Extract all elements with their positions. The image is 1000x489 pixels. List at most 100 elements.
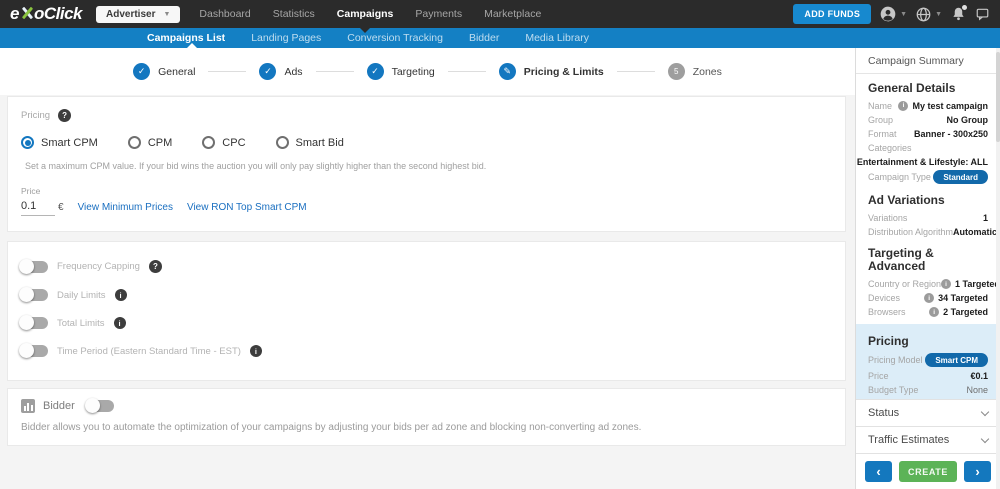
chat-icon [975, 7, 990, 21]
help-icon[interactable]: ? [149, 260, 162, 273]
step-number-badge: 5 [668, 63, 685, 80]
radio-smart-bid[interactable]: Smart Bid [276, 136, 344, 149]
pricing-section-label: Pricing [21, 110, 50, 121]
summary-row-campaign-type: Campaign Type Standard [868, 169, 988, 186]
language-menu[interactable]: ▼ [916, 7, 942, 22]
nav-item-statistics[interactable]: Statistics [262, 0, 326, 28]
step-targeting[interactable]: ✓ Targeting [367, 63, 435, 80]
info-icon[interactable]: i [929, 307, 939, 317]
wizard-footer: ‹ CREATE › [856, 453, 1000, 489]
step-ads[interactable]: ✓ Ads [259, 63, 302, 80]
step-zones[interactable]: 5 Zones [668, 63, 722, 80]
price-input[interactable] [21, 198, 55, 216]
subnav-landing-pages[interactable]: Landing Pages [238, 28, 334, 48]
status-accordion[interactable]: Status [856, 399, 1000, 426]
traffic-estimates-accordion[interactable]: Traffic Estimates [856, 426, 1000, 453]
summary-row-price: Price €0.1 [868, 369, 988, 383]
campaigns-sub-navigation: Campaigns List Landing Pages Conversion … [0, 28, 1000, 48]
notifications-button[interactable] [951, 6, 966, 22]
total-limits-toggle[interactable] [21, 317, 48, 329]
bidder-card: Bidder Bidder allows you to automate the… [7, 388, 846, 446]
scrollbar[interactable] [996, 48, 1000, 489]
previous-step-button[interactable]: ‹ [865, 461, 892, 482]
info-icon[interactable]: i [114, 317, 126, 329]
pricing-model-options: Smart CPM CPM CPC Smart Bid [21, 136, 832, 149]
subnav-conversion-tracking[interactable]: Conversion Tracking [334, 28, 456, 48]
create-button[interactable]: CREATE [899, 461, 957, 482]
standard-badge: Standard [933, 170, 988, 184]
messages-button[interactable] [975, 7, 990, 21]
radio-smart-cpm[interactable]: Smart CPM [21, 136, 98, 149]
bidder-title: Bidder [43, 400, 75, 412]
radio-icon [128, 136, 141, 149]
check-icon: ✓ [367, 63, 384, 80]
edit-pencil-icon: ✎ [499, 63, 516, 80]
daily-limits-toggle[interactable] [21, 289, 48, 301]
info-icon[interactable]: i [115, 289, 127, 301]
smart-cpm-badge: Smart CPM [925, 353, 988, 367]
subnav-bidder[interactable]: Bidder [456, 28, 512, 48]
bidder-description: Bidder allows you to automate the optimi… [21, 422, 832, 433]
step-connector [448, 71, 486, 72]
campaign-summary-title: Campaign Summary [856, 48, 1000, 74]
nav-item-dashboard[interactable]: Dashboard [188, 0, 261, 28]
pricing-model-description: Set a maximum CPM value. If your bid win… [21, 161, 832, 171]
summary-row-budget-type: Budget Type None [868, 383, 988, 397]
pricing-summary-heading: Pricing [868, 335, 988, 349]
step-pricing-limits[interactable]: ✎ Pricing & Limits [499, 63, 604, 80]
summary-row-name: Name iMy test campaign [868, 99, 988, 113]
info-icon[interactable]: i [250, 345, 262, 357]
top-bar: e oClick Advertiser ▼ Dashboard Statisti… [0, 0, 1000, 28]
top-navigation: Dashboard Statistics Campaigns Payments … [188, 0, 552, 28]
time-period-toggle[interactable] [21, 345, 48, 357]
frequency-capping-row: Frequency Capping ? [21, 260, 832, 273]
campaign-summary-panel: Campaign Summary General Details Name iM… [855, 48, 1000, 489]
chevron-down-icon: ▼ [163, 11, 170, 18]
daily-limits-row: Daily Limits i [21, 289, 832, 301]
summary-row-format: Format Banner - 300x250 [868, 127, 988, 141]
price-field-label: Price [21, 186, 832, 196]
check-icon: ✓ [133, 63, 150, 80]
step-connector [617, 71, 655, 72]
limits-card: Frequency Capping ? Daily Limits i Total… [7, 241, 846, 381]
frequency-capping-toggle[interactable] [21, 261, 48, 273]
ad-variations-heading: Ad Variations [868, 194, 988, 208]
next-step-button[interactable]: › [964, 461, 991, 482]
help-icon[interactable]: ? [58, 109, 71, 122]
info-icon[interactable]: i [941, 279, 951, 289]
pricing-card: Pricing ? Smart CPM CPM CPC Smart Bid Se… [7, 96, 846, 232]
campaign-stepper: ✓ General ✓ Ads ✓ Targeting ✎ Pricing & … [0, 48, 855, 95]
advertiser-label: Advertiser [106, 9, 155, 20]
subnav-media-library[interactable]: Media Library [512, 28, 602, 48]
summary-row-devices: Devices i34 Targeted [868, 291, 988, 305]
radio-cpm[interactable]: CPM [128, 136, 172, 149]
info-icon[interactable]: i [898, 101, 908, 111]
exoclick-logo[interactable]: e oClick [10, 4, 82, 24]
nav-item-payments[interactable]: Payments [404, 0, 473, 28]
campaign-summary-content: General Details Name iMy test campaign G… [856, 74, 1000, 399]
nav-item-marketplace[interactable]: Marketplace [473, 0, 552, 28]
user-icon [880, 6, 896, 22]
total-limits-row: Total Limits i [21, 317, 832, 329]
radio-icon [21, 136, 34, 149]
summary-row-browsers: Browsers i2 Targeted [868, 305, 988, 319]
chevron-down-icon: ▼ [935, 11, 942, 18]
subnav-campaigns-list[interactable]: Campaigns List [145, 28, 238, 48]
info-icon[interactable]: i [924, 293, 934, 303]
chevron-down-icon [981, 407, 989, 415]
targeting-advanced-heading: Targeting & Advanced [868, 247, 988, 275]
step-general[interactable]: ✓ General [133, 63, 195, 80]
main-content: ✓ General ✓ Ads ✓ Targeting ✎ Pricing & … [0, 48, 855, 489]
bell-icon [951, 6, 966, 22]
account-menu[interactable]: ▼ [880, 6, 907, 22]
logo-text-left: e [10, 4, 19, 24]
add-funds-button[interactable]: ADD FUNDS [793, 4, 871, 24]
nav-item-campaigns[interactable]: Campaigns [326, 0, 405, 28]
radio-icon [276, 136, 289, 149]
view-ron-top-smart-cpm-link[interactable]: View RON Top Smart CPM [187, 202, 307, 216]
advertiser-dropdown[interactable]: Advertiser ▼ [96, 6, 180, 23]
bidder-toggle[interactable] [87, 400, 114, 412]
radio-cpc[interactable]: CPC [202, 136, 245, 149]
view-minimum-prices-link[interactable]: View Minimum Prices [78, 202, 173, 216]
general-details-heading: General Details [868, 82, 988, 96]
